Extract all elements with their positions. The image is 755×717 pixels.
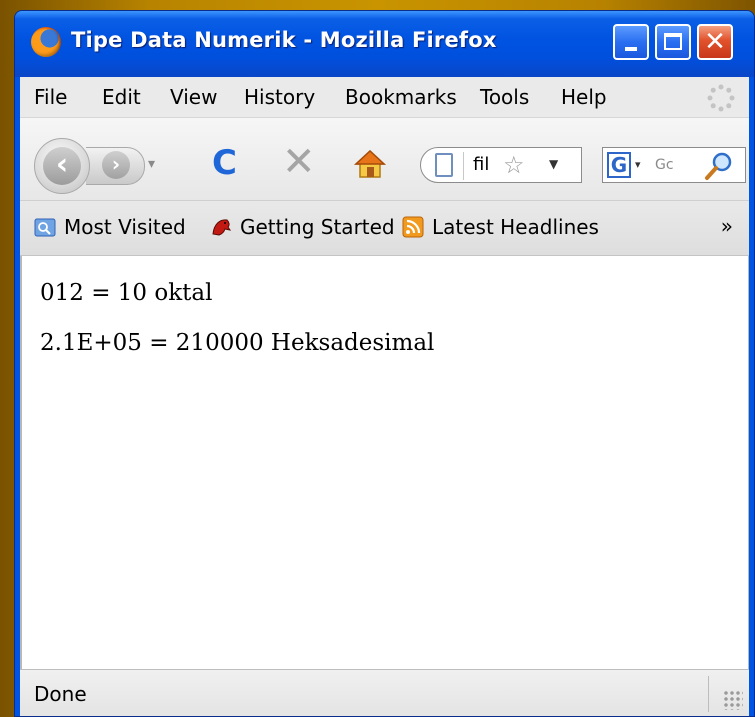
page-content: 012 = 10 oktal 2.1E+05 = 210000 Heksades… <box>20 256 749 670</box>
browser-window: Tipe Data Numerik - Mozilla Firefox ✕ Fi… <box>14 10 755 717</box>
menu-view[interactable]: View <box>170 85 217 109</box>
status-bar: Done <box>20 669 749 716</box>
bookmark-latest-headlines[interactable]: Latest Headlines <box>402 215 599 239</box>
menu-help[interactable]: Help <box>561 85 607 109</box>
bookmarks-overflow-chevron-icon[interactable]: » <box>721 214 733 238</box>
search-input[interactable]: Gc <box>655 157 674 173</box>
rss-feed-icon <box>402 216 424 238</box>
menu-bar: File Edit View History Bookmarks Tools H… <box>20 77 749 118</box>
minimize-button[interactable] <box>613 24 649 60</box>
url-separator <box>463 152 464 180</box>
navigation-toolbar: › ‹ ▾ C ✕ fil ☆ ▼ G ▾ Gc <box>20 118 749 201</box>
browser-client: File Edit View History Bookmarks Tools H… <box>20 77 749 716</box>
maximize-icon <box>664 33 682 50</box>
content-line: 2.1E+05 = 210000 Heksadesimal <box>40 330 435 356</box>
reload-icon[interactable]: C <box>212 146 237 180</box>
page-icon <box>435 153 453 177</box>
window-title: Tipe Data Numerik - Mozilla Firefox <box>71 28 497 52</box>
forward-button[interactable]: › <box>86 147 145 185</box>
title-bar[interactable]: Tipe Data Numerik - Mozilla Firefox ✕ <box>15 11 754 77</box>
home-icon[interactable] <box>354 148 386 180</box>
bookmark-star-icon[interactable]: ☆ <box>503 151 525 179</box>
firefox-icon <box>31 27 61 57</box>
throbber-icon <box>707 84 735 112</box>
status-divider <box>708 676 709 712</box>
status-text: Done <box>34 682 87 706</box>
menu-edit[interactable]: Edit <box>102 85 141 109</box>
content-line: 012 = 10 oktal <box>40 280 213 306</box>
url-input[interactable]: fil <box>473 154 489 175</box>
bookmark-label: Getting Started <box>240 215 395 239</box>
search-bar[interactable]: G ▾ Gc <box>602 147 746 183</box>
search-engine-dropdown-icon[interactable]: ▾ <box>635 158 641 171</box>
close-icon: ✕ <box>704 27 726 57</box>
stop-icon[interactable]: ✕ <box>282 142 316 182</box>
bookmark-label: Latest Headlines <box>432 215 599 239</box>
bookmark-most-visited[interactable]: Most Visited <box>34 215 186 239</box>
bookmark-label: Most Visited <box>64 215 186 239</box>
menu-file[interactable]: File <box>34 85 67 109</box>
back-arrow-icon: ‹ <box>43 147 81 185</box>
back-button[interactable]: ‹ <box>34 138 90 194</box>
menu-tools[interactable]: Tools <box>480 85 529 109</box>
menu-bookmarks[interactable]: Bookmarks <box>345 85 457 109</box>
resize-grip-icon[interactable] <box>723 690 743 710</box>
history-dropdown-icon[interactable]: ▾ <box>148 156 155 172</box>
folder-icon <box>34 218 56 237</box>
minimize-icon <box>625 47 637 51</box>
close-button[interactable]: ✕ <box>697 24 733 60</box>
google-engine-icon[interactable]: G <box>607 152 631 178</box>
bookmarks-toolbar: Most Visited Getting Started Latest Head… <box>20 201 749 256</box>
forward-arrow-icon: › <box>102 151 130 179</box>
menu-history[interactable]: History <box>244 85 315 109</box>
bookmark-getting-started[interactable]: Getting Started <box>210 215 395 239</box>
url-dropdown-icon[interactable]: ▼ <box>549 157 558 171</box>
firefox-dino-icon <box>212 219 232 236</box>
url-bar[interactable]: fil ☆ ▼ <box>420 147 582 183</box>
search-icon[interactable] <box>703 150 735 182</box>
maximize-button[interactable] <box>655 24 691 60</box>
